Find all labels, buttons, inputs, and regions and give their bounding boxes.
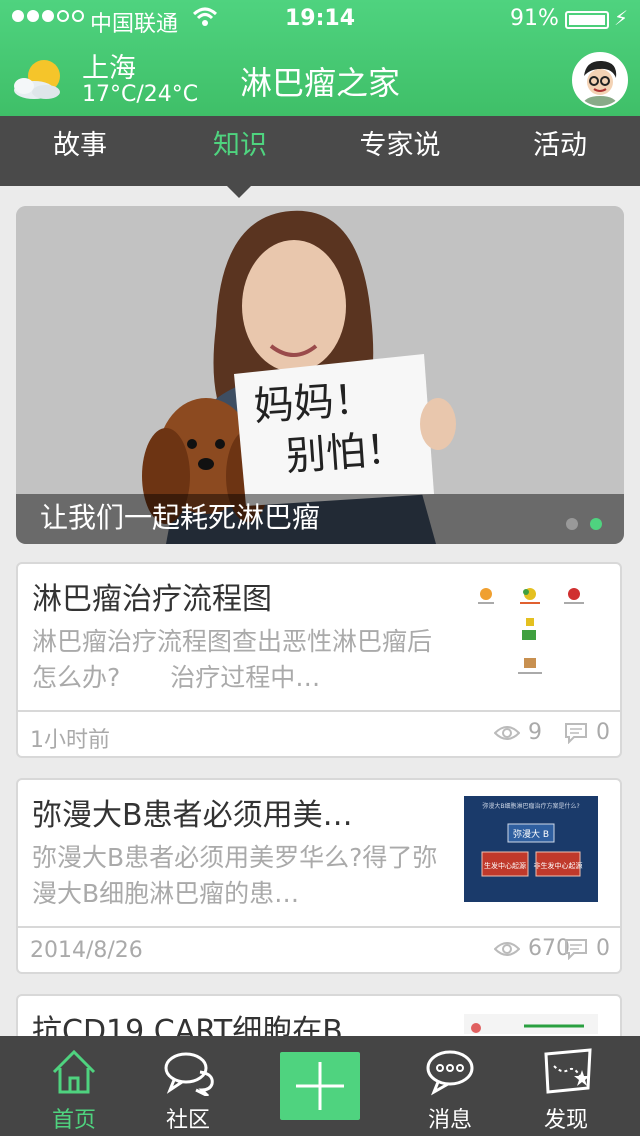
page-dot[interactable] [566,518,578,530]
plus-icon [296,1062,344,1110]
article-title: 淋巴瘤治疗流程图 [32,582,272,617]
article-thumbnail [464,580,598,686]
article-footer: 1小时前 9 0 [18,710,620,758]
featured-banner[interactable]: 妈妈！ 别怕！ 让我们一起耗死淋巴瘤 [16,206,624,544]
category-tabs: 故事 知识 专家说 活动 [0,116,640,186]
comment-icon [565,722,587,744]
thumb-right: 非生发中心起源 [534,861,583,870]
map-icon [544,1048,592,1094]
message-icon [426,1050,474,1096]
thumb-header: 弥漫大B细胞淋巴瘤治疗方案是什么? [482,802,579,810]
active-tab-indicator [227,186,251,198]
nav-home-label: 首页 [51,1108,96,1133]
sign-text-line2: 别怕！ [284,426,407,480]
tab-expert[interactable]: 专家说 [320,116,480,186]
view-count: 670 [494,936,570,961]
article-footer: 2014/8/26 670 0 [18,926,620,974]
battery-percent: 91% [510,6,559,31]
article-card[interactable]: 弥漫大B患者必须用美… 弥漫大B患者必须用美罗华么?得了弥漫大B细胞淋巴瘤的患…… [16,778,622,974]
article-thumbnail: 弥漫大B细胞淋巴瘤治疗方案是什么? 弥漫大 B 生发中心起源 非生发中心起源 [464,796,598,902]
charging-icon: ⚡ [614,6,629,30]
eye-icon [494,725,520,740]
nav-messages[interactable]: 消息 [400,1036,500,1136]
banner-caption: 让我们一起耗死淋巴瘤 [16,494,624,544]
article-card[interactable]: 淋巴瘤治疗流程图 淋巴瘤治疗流程图查出恶性淋巴瘤后怎么办? 治疗过程中… 1小时… [16,562,622,758]
view-count: 9 [494,720,542,745]
bottom-nav: 首页 社区 消息 发现 [0,1036,640,1136]
comment-count-value: 0 [596,936,610,961]
article-summary: 弥漫大B患者必须用美罗华么?得了弥漫大B细胞淋巴瘤的患… [32,843,438,908]
nav-home[interactable]: 首页 [24,1036,124,1136]
article-summary: 淋巴瘤治疗流程图查出恶性淋巴瘤后怎么办? 治疗过程中… [32,627,433,692]
banner-page-indicator[interactable] [566,518,602,530]
nav-community-label: 社区 [165,1108,210,1133]
view-count-value: 9 [528,720,542,745]
nav-community[interactable]: 社区 [138,1036,238,1136]
nav-discover-label: 发现 [543,1108,588,1133]
avatar-face-icon [574,54,626,106]
comment-icon [565,938,587,960]
thumb-box: 弥漫大 B [513,828,549,840]
chat-bubbles-icon [164,1052,214,1096]
article-time: 2014/8/26 [30,938,143,963]
article-time: 1小时前 [30,728,110,753]
nav-discover[interactable]: 发现 [516,1036,616,1136]
battery-icon [565,11,609,29]
compose-button[interactable] [280,1052,360,1120]
tab-knowledge[interactable]: 知识 [160,116,320,186]
user-avatar[interactable] [572,52,628,108]
status-bar: 中国联通 19:14 91% ⚡ [0,0,640,40]
comment-count-value: 0 [596,720,610,745]
thumb-left: 生发中心起源 [484,861,526,870]
comment-count: 0 [564,936,610,961]
nav-messages-label: 消息 [427,1108,472,1133]
page-title: 淋巴瘤之家 [239,64,400,102]
tab-stories[interactable]: 故事 [0,116,160,186]
home-icon [52,1049,96,1094]
article-title: 弥漫大B患者必须用美… [32,798,353,833]
comment-count: 0 [564,720,610,745]
tab-activities[interactable]: 活动 [480,116,640,186]
sign-text-line1: 妈妈！ [252,376,375,430]
eye-icon [494,941,520,956]
app-header: 中国联通 19:14 91% ⚡ 上海 17°C/24°C 淋巴瘤之家 [0,0,640,116]
page-dot-active[interactable] [590,518,602,530]
